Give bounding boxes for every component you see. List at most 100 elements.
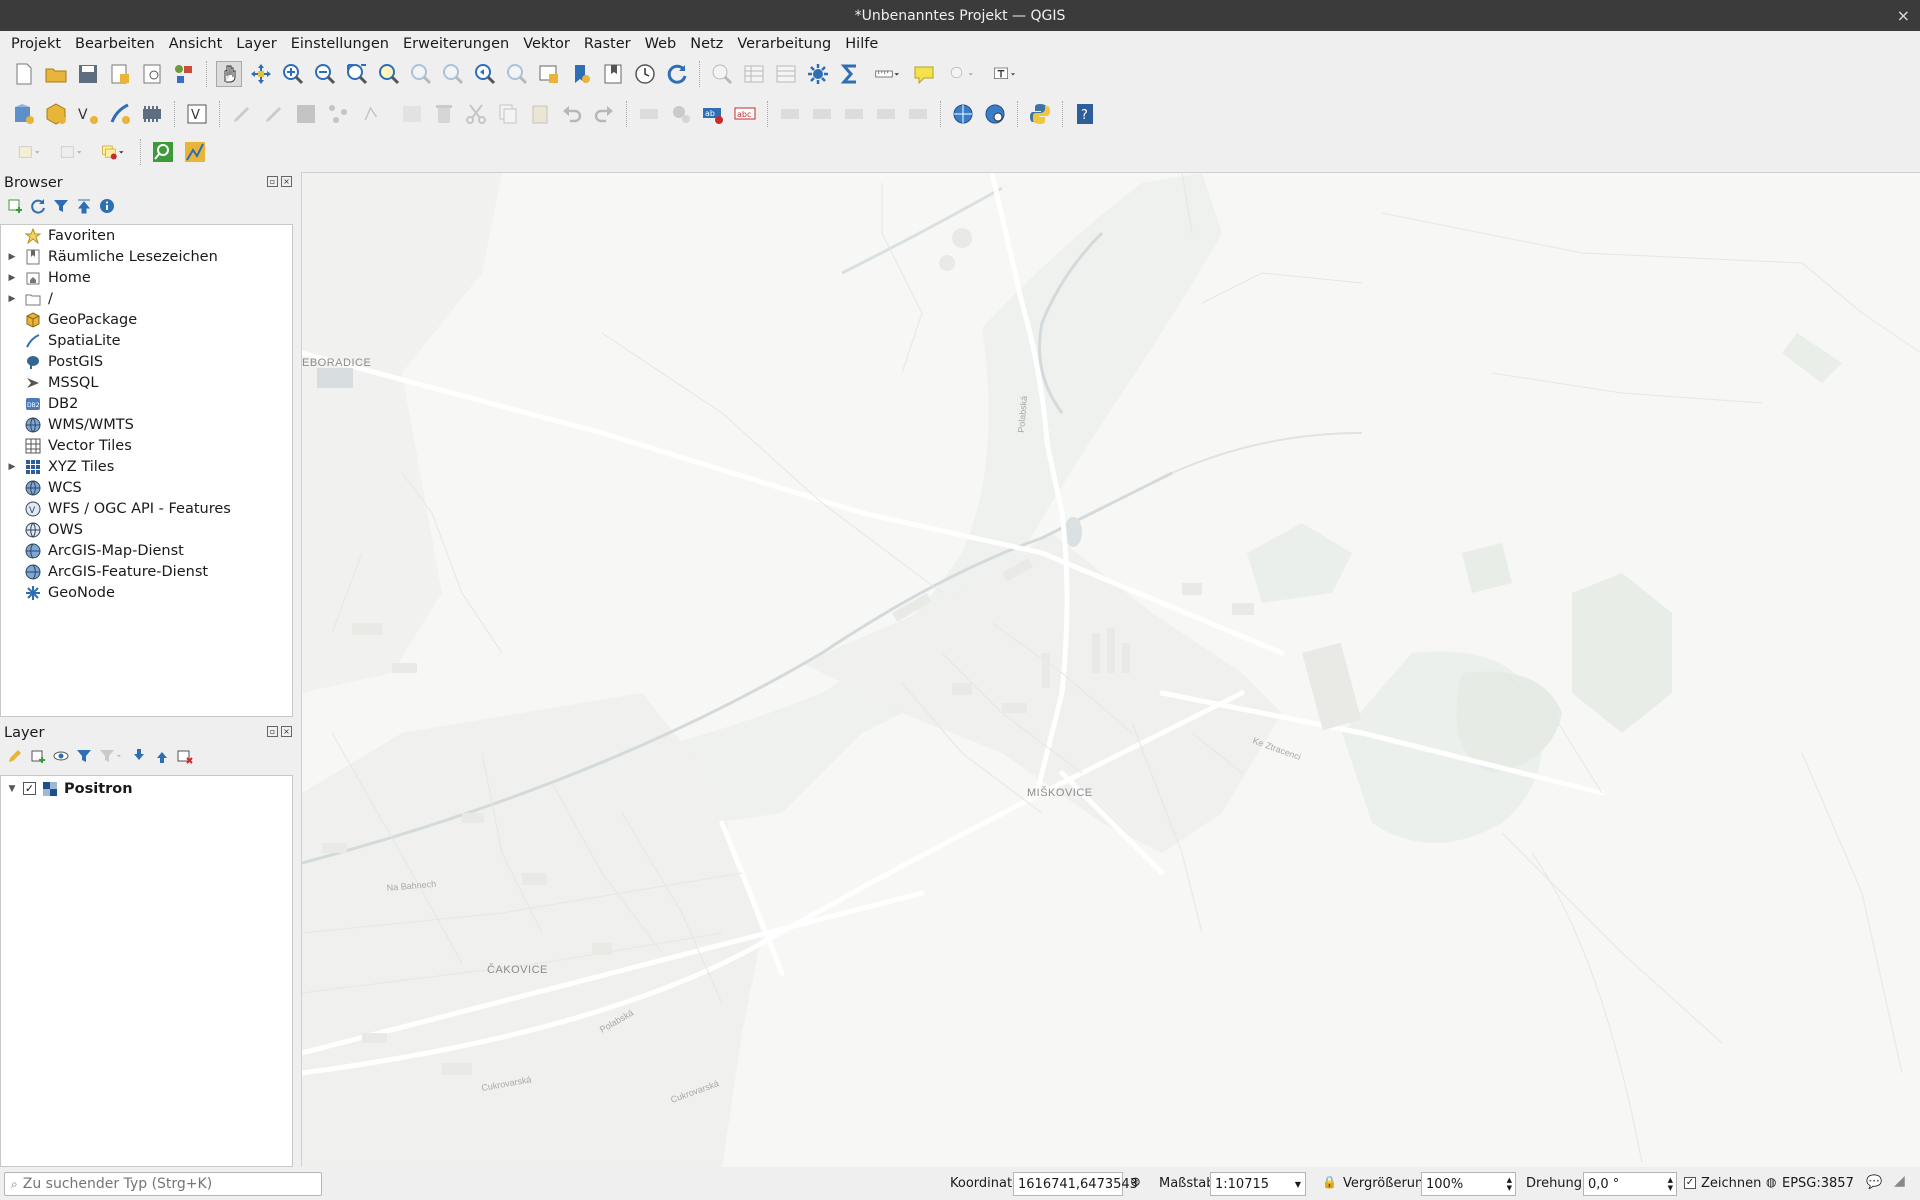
menu-layer[interactable]: Layer [229, 36, 283, 52]
layer-item-positron[interactable]: ▼ ✓ Positron [1, 778, 292, 799]
add-group-icon[interactable] [29, 748, 46, 765]
chevron-down-icon[interactable]: ▼ [1295, 1180, 1301, 1189]
save-layer-edits-icon[interactable] [293, 101, 319, 127]
new-temporary-layer-icon[interactable] [139, 101, 165, 127]
browser-item-arcgis-feature[interactable]: ArcGIS-Feature-Dienst [1, 561, 292, 582]
filter-browser-icon[interactable] [52, 198, 69, 215]
identify-features-icon[interactable] [709, 61, 735, 87]
collapse-arrow-icon[interactable]: ▼ [5, 784, 19, 794]
show-bookmarks-icon[interactable] [600, 61, 626, 87]
browser-item-arcgis-map[interactable]: ArcGIS-Map-Dienst [1, 540, 292, 561]
layer-labeling-icon[interactable]: ab [700, 101, 726, 127]
toggle-extents-icon[interactable]: ⊛ [1130, 1175, 1141, 1190]
menu-netz[interactable]: Netz [683, 36, 730, 52]
style-manager-icon[interactable] [171, 61, 197, 87]
expand-arrow-icon[interactable]: ▶ [5, 273, 19, 283]
menu-verarbeitung[interactable]: Verarbeitung [730, 36, 838, 52]
new-geopackage-layer-icon[interactable] [43, 101, 69, 127]
zoom-last-icon[interactable] [472, 61, 498, 87]
browser-item-wms[interactable]: WMS/WMTS [1, 414, 292, 435]
move-label-icon[interactable] [841, 101, 867, 127]
close-panel-icon[interactable]: × [281, 176, 292, 187]
new-shapefile-layer-icon[interactable]: V [75, 101, 101, 127]
zoom-next-icon[interactable] [504, 61, 530, 87]
zoom-to-layer-icon[interactable] [408, 61, 434, 87]
paste-features-icon[interactable] [527, 101, 553, 127]
zoom-out-icon[interactable] [312, 61, 338, 87]
rotate-label-icon[interactable] [873, 101, 899, 127]
collapse-all-icon[interactable] [75, 198, 92, 215]
new-map-view-icon[interactable] [536, 61, 562, 87]
browser-item-home[interactable]: ▶ Home [1, 267, 292, 288]
browser-item-wcs[interactable]: WCS [1, 477, 292, 498]
browser-item-postgis[interactable]: PostGIS [1, 351, 292, 372]
toggle-editing-icon[interactable] [261, 101, 287, 127]
help-icon[interactable]: ? [1072, 101, 1098, 127]
browser-item-ows[interactable]: OWS [1, 519, 292, 540]
browser-item-wfs[interactable]: V WFS / OGC API - Features [1, 498, 292, 519]
browser-item-lesezeichen[interactable]: ▶ Räumliche Lesezeichen [1, 246, 292, 267]
add-selected-layers-icon[interactable] [6, 198, 23, 215]
expand-all-icon[interactable] [130, 748, 147, 765]
zoom-in-icon[interactable] [280, 61, 306, 87]
crs-globe-icon[interactable]: ◍ [1766, 1175, 1776, 1189]
statistical-summary-icon[interactable] [837, 61, 863, 87]
temporal-controller-icon[interactable] [632, 61, 658, 87]
menu-vektor[interactable]: Vektor [516, 36, 577, 52]
measure-line-icon[interactable] [869, 61, 905, 87]
float-panel-icon[interactable]: ▫ [267, 176, 278, 187]
pan-to-selection-icon[interactable] [248, 61, 274, 87]
save-project-icon[interactable] [75, 61, 101, 87]
rotation-spinbox[interactable]: 0,0 ° ▲ ▼ [1583, 1172, 1677, 1196]
delete-selected-icon[interactable] [431, 101, 457, 127]
undo-icon[interactable] [559, 101, 585, 127]
lock-scale-icon[interactable]: 🔒 [1322, 1175, 1337, 1189]
menu-einstellungen[interactable]: Einstellungen [284, 36, 396, 52]
expand-arrow-icon[interactable]: ▶ [5, 252, 19, 262]
spin-arrows-icon[interactable]: ▲ ▼ [1668, 1176, 1673, 1192]
spin-arrows-icon[interactable]: ▲ ▼ [1507, 1176, 1512, 1192]
scale-combobox[interactable]: 1:10715 ▼ [1210, 1172, 1306, 1196]
filter-legend-icon[interactable] [75, 748, 92, 765]
expand-arrow-icon[interactable]: ▶ [5, 294, 19, 304]
refresh-browser-icon[interactable] [29, 198, 46, 215]
vertex-tool-icon[interactable] [357, 101, 393, 127]
attribute-table-icon[interactable] [741, 61, 767, 87]
browser-item-xyz-tiles[interactable]: ▶ XYZ Tiles [1, 456, 292, 477]
browser-item-db2[interactable]: DB2 DB2 [1, 393, 292, 414]
pan-hand-icon[interactable] [216, 61, 242, 87]
data-source-manager-icon[interactable] [11, 101, 37, 127]
new-spatialite-layer-icon[interactable] [107, 101, 133, 127]
manage-map-themes-icon[interactable] [52, 748, 69, 765]
deselect-all-icon[interactable] [95, 139, 131, 165]
new-print-layout-icon[interactable] [107, 61, 133, 87]
text-annotation-icon[interactable] [985, 61, 1025, 87]
redo-icon[interactable] [591, 101, 617, 127]
change-label-icon[interactable] [905, 101, 931, 127]
open-project-icon[interactable] [43, 61, 69, 87]
close-window-button[interactable]: × [1897, 6, 1910, 25]
locator-search-input[interactable] [22, 1176, 303, 1192]
metasearch-search-icon[interactable] [982, 101, 1008, 127]
menu-ansicht[interactable]: Ansicht [162, 36, 230, 52]
select-features-icon[interactable] [11, 139, 47, 165]
browser-item-favoriten[interactable]: Favoriten [1, 225, 292, 246]
copy-features-icon[interactable] [495, 101, 521, 127]
menu-raster[interactable]: Raster [577, 36, 638, 52]
label-tool-icon[interactable] [636, 101, 662, 127]
processing-toolbox-icon[interactable] [805, 61, 831, 87]
collapse-all-layers-icon[interactable] [153, 748, 170, 765]
browser-item-geonode[interactable]: GeoNode [1, 582, 292, 603]
new-virtual-layer-icon[interactable]: V [184, 101, 210, 127]
map-tips-icon[interactable] [911, 61, 937, 87]
cut-features-icon[interactable] [463, 101, 489, 127]
float-panel-icon[interactable]: ▫ [267, 726, 278, 737]
properties-info-icon[interactable] [98, 198, 115, 215]
map-canvas[interactable]: EBORADICE MIŠKOVICE ČAKOVICE Polabská Cu… [301, 172, 1920, 1167]
show-hide-labels-icon[interactable] [809, 101, 835, 127]
zoom-full-icon[interactable] [344, 61, 370, 87]
layer-styling-icon[interactable] [6, 748, 23, 765]
browser-item-geopackage[interactable]: GeoPackage [1, 309, 292, 330]
browser-item-mssql[interactable]: MSSQL [1, 372, 292, 393]
browser-item-root[interactable]: ▶ / [1, 288, 292, 309]
